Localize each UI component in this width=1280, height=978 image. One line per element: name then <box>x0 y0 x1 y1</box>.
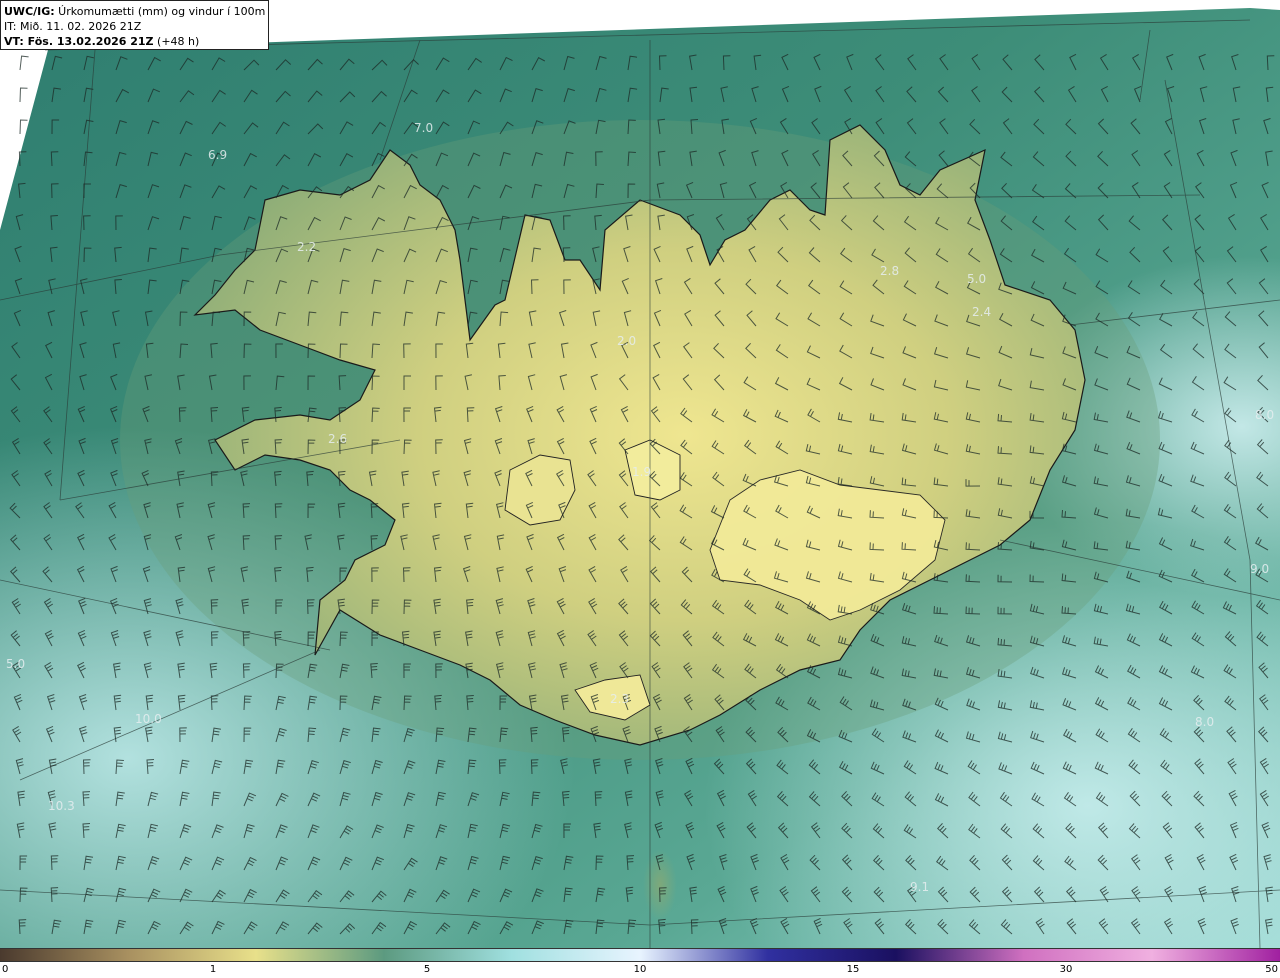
colorbar-tick: 50 <box>1265 964 1278 975</box>
contour-label: 5.0 <box>6 657 25 671</box>
contour-label: 7.0 <box>414 121 433 135</box>
contour-label: 2.8 <box>880 264 899 278</box>
contour-label: 2.4 <box>972 305 991 319</box>
product-code: UWC/IG: <box>4 5 55 18</box>
contour-label: 2.2 <box>297 240 316 254</box>
colorbar-tick: 1 <box>209 964 217 975</box>
colorbar-tick: 30 <box>1059 964 1073 975</box>
colorbar-tick: 5 <box>423 964 431 975</box>
contour-label: 2.6 <box>328 432 347 446</box>
valid-time: VT: Fös. 13.02.2026 21Z (+48 h) <box>4 34 265 49</box>
colorbar-strip <box>0 948 1280 962</box>
init-time: IT: Mið. 11. 02. 2026 21Z <box>4 20 142 33</box>
contour-label: 2.0 <box>617 334 636 348</box>
contour-label: 9.0 <box>1250 562 1269 576</box>
product-title: UWC/IG: Úrkomumætti (mm) og vindur í 100… <box>4 4 268 19</box>
valid-time-date: VT: Fös. 13.02.2026 21Z <box>4 35 154 48</box>
contour-label: 1.9 <box>632 465 651 479</box>
valid-time-lead: (+48 h) <box>153 35 200 48</box>
colorbar-tick: 10 <box>633 964 647 975</box>
contour-label: 8.0 <box>1255 408 1274 422</box>
contour-label: 6.9 <box>208 148 227 162</box>
contour-label: 10.3 <box>48 799 75 813</box>
product-description: Úrkomumætti (mm) og vindur í 100m hæð <box>58 5 268 18</box>
contour-label: 8.0 <box>1195 715 1214 729</box>
contour-label: 10.0 <box>135 712 162 726</box>
precipitable-water-map: 7.0 6.9 2.2 2.8 5.0 2.4 2.0 2.6 1.9 5.0 … <box>0 0 1280 948</box>
map-header: UWC/IG: Úrkomumætti (mm) og vindur í 100… <box>0 0 269 50</box>
colorbar-tick: 0 <box>2 964 9 975</box>
colorbar-tick: 15 <box>846 964 860 975</box>
contour-label: 9.1 <box>910 880 929 894</box>
contour-label: 5.0 <box>967 272 986 286</box>
colorbar: 0 1 5 10 15 30 50 <box>0 948 1280 978</box>
contour-label: 2.3 <box>610 692 629 706</box>
